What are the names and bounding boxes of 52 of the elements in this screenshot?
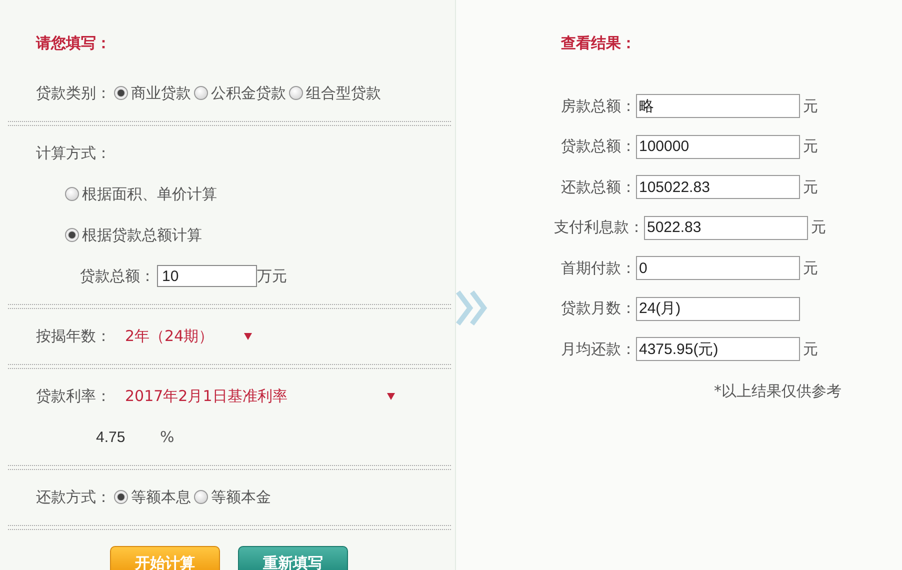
field-label: 计算方式：: [36, 144, 111, 162]
section-title: 请您填写：: [36, 34, 111, 52]
double-chevron-icon: [456, 290, 490, 326]
radio-label[interactable]: 组合型贷款: [306, 84, 381, 102]
output-field[interactable]: 5022.83: [644, 216, 808, 240]
radio-button[interactable]: [65, 187, 79, 201]
field-label: 首期付款：: [561, 258, 636, 278]
radio-button[interactable]: [114, 86, 128, 100]
field-label: 月均还款：: [561, 340, 636, 358]
field-label: 按揭年数：: [36, 326, 111, 346]
radio-button[interactable]: [114, 490, 128, 504]
field-label: 贷款总额：: [561, 137, 636, 156]
caret-icon: [244, 332, 252, 340]
section-title: 查看结果：: [561, 34, 636, 52]
caret-icon: [387, 392, 396, 400]
unit-label: 万元: [257, 266, 287, 286]
output-field[interactable]: 100000: [636, 134, 800, 158]
field-label: 贷款总额：: [80, 266, 155, 286]
unit-label: %: [160, 428, 174, 446]
radio-label[interactable]: 等额本息: [131, 488, 191, 506]
unit-label: 元: [811, 218, 826, 237]
field-label: 还款总额：: [561, 178, 636, 196]
output-field[interactable]: 略: [636, 94, 800, 118]
field-label: 贷款月数：: [561, 299, 636, 318]
unit-label: 元: [803, 340, 818, 358]
field-label: 贷款类别：: [36, 84, 111, 102]
output-field[interactable]: 0: [636, 256, 800, 280]
radio-label[interactable]: 公积金贷款: [211, 84, 286, 102]
field-label: 房款总额：: [561, 96, 636, 116]
disclaimer-note: *以上结果仅供参考: [714, 382, 842, 401]
radio-button[interactable]: [289, 86, 303, 100]
dropdown-value[interactable]: 2017年2月1日基准利率: [125, 386, 288, 406]
input-field[interactable]: 10: [157, 265, 257, 287]
output-field[interactable]: 24(月): [636, 296, 800, 320]
dropdown-value[interactable]: 2年（24期）: [125, 326, 214, 346]
output-field[interactable]: 4375.95(元): [636, 337, 800, 361]
radio-button[interactable]: [194, 86, 208, 100]
radio-label[interactable]: 等额本金: [211, 488, 271, 506]
field-label: 贷款利率：: [36, 386, 111, 406]
unit-label: 元: [803, 178, 818, 196]
radio-button[interactable]: [194, 490, 208, 504]
unit-label: 元: [803, 137, 818, 156]
rate-value[interactable]: 4.75: [96, 428, 160, 446]
field-label: 支付利息款：: [554, 218, 644, 237]
radio-button[interactable]: [65, 228, 79, 242]
radio-label[interactable]: 根据面积、单价计算: [82, 184, 217, 204]
field-label: 还款方式：: [36, 488, 111, 506]
radio-label[interactable]: 商业贷款: [131, 84, 191, 102]
output-field[interactable]: 105022.83: [636, 175, 800, 199]
unit-label: 元: [803, 258, 818, 278]
unit-label: 元: [803, 96, 818, 116]
radio-label[interactable]: 根据贷款总额计算: [82, 226, 202, 244]
